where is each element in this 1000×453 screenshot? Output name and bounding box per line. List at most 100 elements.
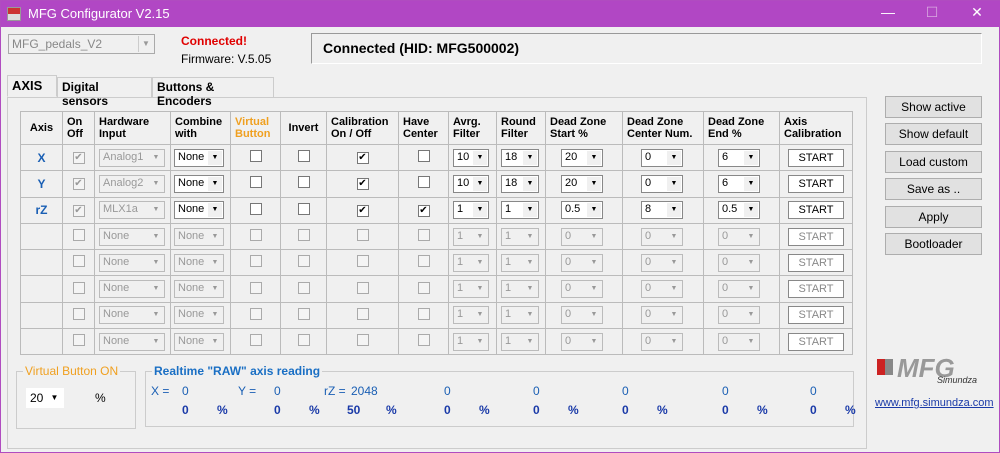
start-calibration-button[interactable]: START	[788, 306, 844, 325]
combine-with-select[interactable]: None ▼	[174, 174, 224, 193]
combine-with-select[interactable]: None ▼	[174, 332, 224, 351]
invert-checkbox[interactable]	[297, 202, 310, 215]
calibration-checkbox[interactable]: ✔	[356, 178, 369, 191]
combine-with-select[interactable]: None ▼	[174, 201, 224, 220]
combine-with-select[interactable]: None ▼	[174, 227, 224, 246]
start-calibration-button[interactable]: START	[788, 174, 844, 193]
dead-zone-center-select[interactable]: 8 ▼	[641, 201, 683, 220]
raw-axis-label: X =	[151, 384, 170, 398]
dead-zone-center-select[interactable]: 0 ▼	[641, 280, 683, 299]
round-filter-select[interactable]: 1 ▼	[501, 280, 539, 299]
combine-with-select[interactable]: None ▼	[174, 148, 224, 167]
avrg-filter-select[interactable]: 1 ▼	[453, 201, 489, 220]
have-center-checkbox[interactable]	[417, 150, 430, 163]
dead-zone-end-select[interactable]: 0 ▼	[718, 253, 760, 272]
calibration-checkbox[interactable]: ✔	[356, 152, 369, 165]
load-custom-button[interactable]: Load custom	[885, 151, 982, 173]
hardware-input-select[interactable]: None ▼	[99, 306, 165, 325]
invert-checkbox[interactable]	[297, 176, 310, 189]
maximize-button[interactable]: ☐	[917, 4, 947, 21]
dead-zone-start-select[interactable]: 0 ▼	[561, 332, 603, 351]
show-active-button[interactable]: Show active	[885, 96, 982, 118]
tab-buttons-encoders[interactable]: Buttons & Encoders	[152, 77, 274, 108]
chevron-down-icon: ▼	[473, 176, 487, 191]
avrg-filter-select[interactable]: 1 ▼	[453, 306, 489, 325]
round-filter-select[interactable]: 1 ▼	[501, 227, 539, 246]
avrg-filter-select[interactable]: 1 ▼	[453, 253, 489, 272]
dead-zone-start-select[interactable]: 20 ▼	[561, 174, 603, 193]
dead-zone-end-select[interactable]: 0 ▼	[718, 332, 760, 351]
show-default-button[interactable]: Show default	[885, 123, 982, 145]
percent-unit: %	[757, 403, 768, 417]
save-as-button[interactable]: Save as ..	[885, 178, 982, 200]
avrg-filter-select[interactable]: 1 ▼	[453, 332, 489, 351]
round-filter-select[interactable]: 1 ▼	[501, 201, 539, 220]
profile-select[interactable]: MFG_pedals_V2 ▼	[8, 34, 155, 54]
dead-zone-start-select[interactable]: 0 ▼	[561, 306, 603, 325]
round-filter-select[interactable]: 18 ▼	[501, 148, 539, 167]
start-calibration-button[interactable]: START	[788, 148, 844, 167]
round-filter-select[interactable]: 1 ▼	[501, 306, 539, 325]
dead-zone-center-select[interactable]: 0 ▼	[641, 306, 683, 325]
invert-checkbox[interactable]	[297, 150, 310, 163]
dead-zone-start-select[interactable]: 0 ▼	[561, 227, 603, 246]
dead-zone-start-select[interactable]: 0 ▼	[561, 280, 603, 299]
dead-zone-center-select[interactable]: 0 ▼	[641, 332, 683, 351]
hardware-input-select[interactable]: Analog2 ▼	[99, 174, 165, 193]
round-filter-select[interactable]: 1 ▼	[501, 332, 539, 351]
start-calibration-button[interactable]: START	[788, 253, 844, 272]
dead-zone-end-select[interactable]: 0 ▼	[718, 280, 760, 299]
tab-axis[interactable]: AXIS	[7, 75, 57, 97]
dead-zone-end-select[interactable]: 6 ▼	[718, 148, 760, 167]
dead-zone-start-select[interactable]: 20 ▼	[561, 148, 603, 167]
dead-zone-end-select[interactable]: 6 ▼	[718, 174, 760, 193]
have-center-checkbox[interactable]: ✔	[417, 204, 430, 217]
hardware-input-select[interactable]: None ▼	[99, 227, 165, 246]
virtual-button-threshold-select[interactable]: 20 ▼	[26, 388, 64, 408]
combine-with-select[interactable]: None ▼	[174, 306, 224, 325]
avrg-filter-select[interactable]: 1 ▼	[453, 227, 489, 246]
dead-zone-end-select[interactable]: 0 ▼	[718, 227, 760, 246]
calibration-checkbox[interactable]: ✔	[356, 204, 369, 217]
round-filter-select[interactable]: 18 ▼	[501, 174, 539, 193]
hardware-input-select[interactable]: None ▼	[99, 332, 165, 351]
on-off-checkbox	[72, 255, 85, 268]
hardware-input-select[interactable]: None ▼	[99, 253, 165, 272]
bootloader-button[interactable]: Bootloader	[885, 233, 982, 255]
hardware-input-select[interactable]: MLX1a ▼	[99, 201, 165, 220]
avrg-filter-select[interactable]: 10 ▼	[453, 174, 489, 193]
start-calibration-button[interactable]: START	[788, 201, 844, 220]
round-filter-select[interactable]: 1 ▼	[501, 253, 539, 272]
start-calibration-button[interactable]: START	[788, 332, 844, 351]
dead-zone-center-select[interactable]: 0 ▼	[641, 227, 683, 246]
dead-zone-end-select[interactable]: 0 ▼	[718, 306, 760, 325]
apply-button[interactable]: Apply	[885, 206, 982, 228]
dead-zone-center-select[interactable]: 0 ▼	[641, 174, 683, 193]
virtual-button-checkbox[interactable]	[249, 176, 262, 189]
have-center-checkbox[interactable]	[417, 176, 430, 189]
dead-zone-center-select[interactable]: 0 ▼	[641, 253, 683, 272]
start-calibration-button[interactable]: START	[788, 227, 844, 246]
dead-zone-start-select[interactable]: 0 ▼	[561, 253, 603, 272]
dead-zone-center-select[interactable]: 0 ▼	[641, 148, 683, 167]
dead-zone-end-select[interactable]: 0.5 ▼	[718, 201, 760, 220]
avrg-filter-select[interactable]: 1 ▼	[453, 280, 489, 299]
website-link[interactable]: www.mfg.simundza.com	[875, 397, 994, 409]
start-calibration-button[interactable]: START	[788, 280, 844, 299]
column-header: Round Filter	[496, 111, 546, 145]
tab-digital-sensors[interactable]: Digital sensors	[57, 77, 152, 108]
virtual-button-checkbox[interactable]	[249, 202, 262, 215]
virtual-button-checkbox[interactable]	[249, 150, 262, 163]
dead-zone-start-select[interactable]: 0.5 ▼	[561, 201, 603, 220]
hardware-input-select[interactable]: None ▼	[99, 280, 165, 299]
dead-zone-center-value: 0	[645, 176, 652, 189]
chevron-down-icon: ▼	[523, 308, 537, 323]
hardware-input-select[interactable]: Analog1 ▼	[99, 148, 165, 167]
have-center-checkbox	[417, 229, 430, 242]
minimize-button[interactable]: —	[873, 4, 903, 20]
close-button[interactable]: ✕	[962, 4, 992, 21]
combine-with-select[interactable]: None ▼	[174, 253, 224, 272]
combine-with-select[interactable]: None ▼	[174, 280, 224, 299]
chevron-down-icon: ▼	[208, 308, 222, 323]
avrg-filter-select[interactable]: 10 ▼	[453, 148, 489, 167]
